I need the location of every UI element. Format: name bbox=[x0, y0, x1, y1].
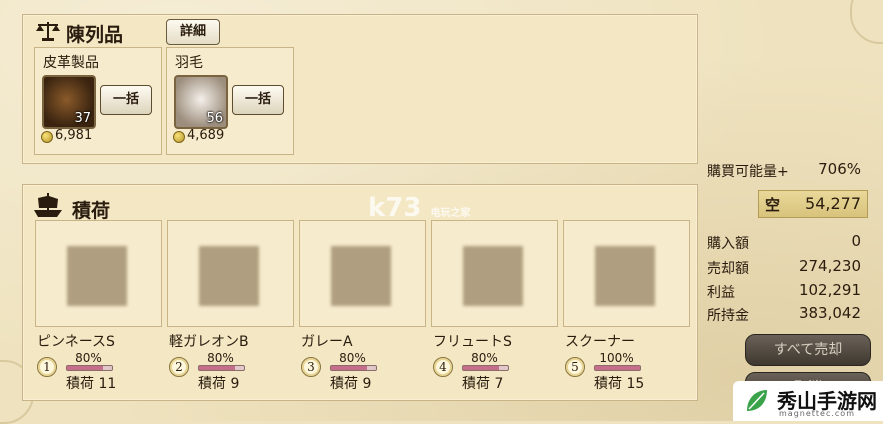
purchase-label: 購入額 bbox=[707, 236, 749, 252]
ship-placeholder bbox=[67, 246, 127, 306]
owned-label: 所持金 bbox=[707, 308, 749, 324]
ship-slot[interactable] bbox=[299, 220, 426, 327]
ship-slot[interactable] bbox=[167, 220, 294, 327]
ship-number-badge: 3 bbox=[301, 357, 321, 377]
display-item[interactable]: 羽毛 56 一括 4,689 bbox=[166, 47, 294, 155]
purchasable-label: 購買可能量+ bbox=[707, 164, 789, 180]
ship-percent: 80% bbox=[339, 351, 366, 365]
watermark: k73 电玩之家 bbox=[368, 193, 471, 223]
scale-icon bbox=[35, 20, 61, 46]
ship-capacity-bar bbox=[462, 365, 509, 371]
sell-all-button[interactable]: すべて売却 bbox=[745, 334, 871, 366]
ship-capacity-bar bbox=[594, 365, 641, 371]
ship-percent: 80% bbox=[471, 351, 498, 365]
ship-cargo: 積荷 15 bbox=[594, 376, 645, 392]
ship-capacity-bar bbox=[66, 365, 113, 371]
display-title: 陳列品 bbox=[66, 24, 124, 46]
ship-placeholder bbox=[595, 246, 655, 306]
ship-name: スクーナー bbox=[565, 334, 635, 350]
ship-number-badge: 2 bbox=[169, 357, 189, 377]
ship-icon bbox=[33, 192, 63, 222]
purchasable-value: 706% bbox=[818, 160, 861, 178]
profit-value: 102,291 bbox=[798, 281, 861, 299]
funds-icon: 空 bbox=[765, 196, 781, 214]
feather-icon: 56 bbox=[174, 75, 228, 129]
ship-placeholder bbox=[199, 246, 259, 306]
ship-name: フリュートS bbox=[433, 334, 512, 350]
item-price: 4,689 bbox=[187, 128, 225, 143]
detail-button[interactable]: 詳細 bbox=[166, 19, 220, 45]
ship-percent: 80% bbox=[207, 351, 234, 365]
leather-goods-icon: 37 bbox=[42, 75, 96, 129]
item-count: 37 bbox=[74, 111, 91, 126]
ship-percent: 80% bbox=[75, 351, 102, 365]
ship-name: ピンネースS bbox=[37, 334, 115, 350]
item-count: 56 bbox=[206, 111, 223, 126]
profit-label: 利益 bbox=[707, 285, 735, 301]
ship-cargo: 積荷 7 bbox=[462, 376, 504, 392]
ship-slot[interactable] bbox=[35, 220, 162, 327]
ship-capacity-bar bbox=[330, 365, 377, 371]
watermark-sub: 电玩之家 bbox=[430, 208, 471, 219]
ship-cargo: 積荷 11 bbox=[66, 376, 117, 392]
watermark-main: k73 bbox=[368, 193, 422, 223]
coin-icon bbox=[173, 131, 185, 143]
cargo-title: 積荷 bbox=[72, 200, 111, 222]
ship-placeholder bbox=[331, 246, 391, 306]
bulk-sell-button[interactable]: 一括 bbox=[232, 85, 284, 115]
purchase-value: 0 bbox=[851, 232, 861, 250]
ship-slot[interactable] bbox=[431, 220, 558, 327]
bulk-sell-button[interactable]: 一括 bbox=[100, 85, 152, 115]
site-logo: 秀山手游网 magnettec.com bbox=[733, 381, 883, 421]
ship-number-badge: 5 bbox=[565, 357, 585, 377]
ship-cargo: 積荷 9 bbox=[198, 376, 240, 392]
leaf-logo-icon bbox=[743, 387, 771, 419]
ship-capacity-bar bbox=[198, 365, 245, 371]
display-item[interactable]: 皮革製品 37 一括 6,981 bbox=[34, 47, 162, 155]
sale-value: 274,230 bbox=[798, 257, 861, 275]
ship-name: ガレーA bbox=[301, 334, 353, 350]
funds-value: 54,277 bbox=[805, 194, 861, 213]
ship-cargo: 積荷 9 bbox=[330, 376, 372, 392]
item-name: 羽毛 bbox=[175, 55, 203, 71]
sale-label: 売却額 bbox=[707, 261, 749, 277]
ship-number-badge: 1 bbox=[37, 357, 57, 377]
ship-name: 軽ガレオンB bbox=[169, 334, 249, 350]
ship-slot[interactable] bbox=[563, 220, 690, 327]
ship-placeholder bbox=[463, 246, 523, 306]
item-price: 6,981 bbox=[55, 128, 93, 143]
coin-icon bbox=[41, 131, 53, 143]
owned-value: 383,042 bbox=[798, 304, 861, 322]
item-name: 皮革製品 bbox=[43, 55, 99, 71]
logo-sub: magnettec.com bbox=[779, 409, 855, 418]
ship-number-badge: 4 bbox=[433, 357, 453, 377]
funds-box: 空 54,277 bbox=[758, 190, 868, 218]
ship-percent: 100% bbox=[599, 351, 634, 365]
